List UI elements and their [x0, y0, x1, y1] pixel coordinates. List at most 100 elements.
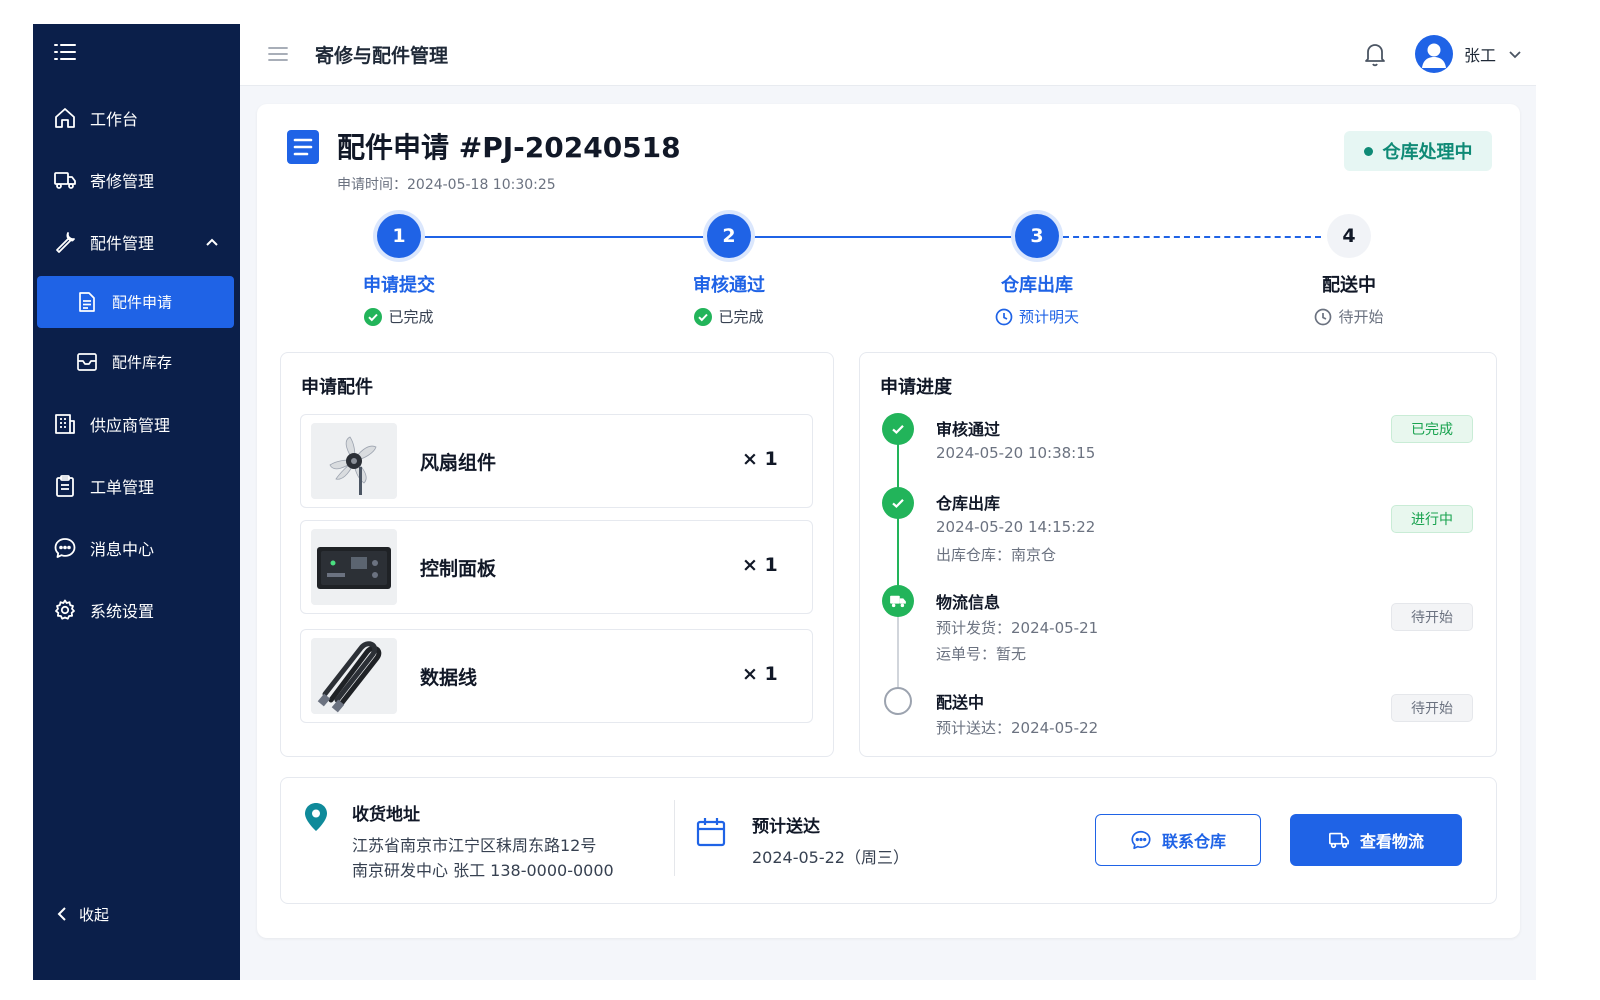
check-icon — [892, 499, 904, 509]
list-item[interactable]: 数据线 × 1 — [300, 629, 813, 723]
request-detail-card: 配件申请 #PJ-20240518 申请时间：2024-05-18 10:30:… — [257, 104, 1520, 938]
calendar-icon — [696, 818, 726, 847]
step-3-status: 预计明天 — [957, 306, 1117, 327]
chevron-up-icon — [206, 238, 218, 246]
part-name: 数据线 — [420, 667, 478, 689]
bell-icon[interactable] — [1362, 40, 1388, 68]
timeline-node-pending — [884, 687, 912, 715]
user-name[interactable]: 张工 — [1464, 42, 1496, 66]
sidebar-item-suppliers[interactable]: 供应商管理 — [33, 398, 240, 450]
view-logistics-button[interactable]: 查看物流 — [1290, 814, 1462, 866]
view-logistics-label: 查看物流 — [1359, 832, 1424, 851]
building-icon — [55, 414, 75, 434]
list-item[interactable]: 风扇组件 × 1 — [300, 414, 813, 508]
step-2-name: 审核通过 — [693, 275, 765, 296]
app-window: 工作台 寄修管理 配件管理 配件申请 配件库存 供应商管理 工单管理 消息中心 … — [33, 24, 1536, 980]
user-icon — [1422, 43, 1446, 68]
sidebar-item-label: 工作台 — [90, 110, 139, 129]
home-icon — [55, 108, 75, 128]
sidebar-subitem-label: 配件申请 — [112, 293, 173, 312]
sidebar-subitem-label: 配件库存 — [112, 353, 173, 372]
chevron-down-icon[interactable] — [1508, 47, 1522, 61]
menu-icon[interactable] — [53, 42, 77, 62]
part-quantity: × 1 — [742, 663, 778, 685]
step-2-status-label: 已完成 — [718, 308, 764, 326]
check-circle-icon — [364, 307, 383, 326]
part-quantity: × 1 — [742, 448, 778, 470]
page-header-title: 寄修与配件管理 — [315, 45, 449, 67]
sidebar-subitem-part-request[interactable]: 配件申请 — [37, 276, 234, 328]
wrench-icon — [56, 232, 75, 253]
sidebar: 工作台 寄修管理 配件管理 配件申请 配件库存 供应商管理 工单管理 消息中心 … — [33, 24, 240, 980]
status-badge: 仓库处理中 — [1344, 131, 1492, 171]
step-1-status: 已完成 — [319, 306, 479, 327]
apply-time: 申请时间：2024-05-18 10:30:25 — [337, 177, 556, 193]
check-icon — [892, 425, 904, 435]
inbox-icon — [77, 353, 97, 371]
part-quantity: × 1 — [742, 554, 778, 576]
step-connector — [751, 236, 1015, 238]
progress-stepper: 1 2 3 4 申请提交 审核通过 仓库出库 配送中 已完成 已完成 预计明天 — [257, 214, 1520, 334]
sidebar-collapse-button[interactable]: 收起 — [53, 900, 109, 928]
sidebar-toggle-icon[interactable] — [266, 43, 290, 65]
sidebar-item-workbench[interactable]: 工作台 — [33, 92, 240, 144]
step-connector — [1063, 236, 1321, 238]
status-badge: 已完成 — [1391, 415, 1473, 443]
location-pin-icon — [305, 803, 327, 831]
step-4-status-label: 待开始 — [1338, 308, 1384, 326]
timeline-node-shipping — [882, 585, 914, 617]
step-3-name: 仓库出库 — [1001, 275, 1073, 296]
timeline-node-done — [882, 487, 914, 519]
timeline-event-detail: 预计送达：2024-05-22 — [936, 719, 1099, 737]
sidebar-item-parts[interactable]: 配件管理 — [33, 216, 240, 268]
avatar[interactable] — [1415, 35, 1453, 73]
contact-warehouse-label: 联系仓库 — [1161, 832, 1226, 851]
top-bar: 寄修与配件管理 张工 — [240, 24, 1536, 86]
sidebar-item-label: 寄修管理 — [90, 172, 155, 191]
step-2-circle: 2 — [707, 214, 751, 258]
timeline-event-detail: 出库仓库：南京仓 — [936, 546, 1057, 564]
status-badge: 待开始 — [1391, 603, 1473, 631]
address-line: 江苏省南京市江宁区秣周东路12号 — [352, 836, 597, 855]
check-circle-icon — [694, 307, 713, 326]
truck-icon — [890, 595, 906, 608]
clipboard-icon — [56, 475, 74, 497]
step-2-status: 已完成 — [649, 306, 809, 327]
contact-warehouse-button[interactable]: 联系仓库 — [1095, 814, 1261, 866]
timeline-event-title: 配送中 — [936, 693, 985, 712]
sidebar-item-settings[interactable]: 系统设置 — [33, 584, 240, 636]
status-badge: 待开始 — [1391, 694, 1473, 722]
sidebar-item-repair[interactable]: 寄修管理 — [33, 154, 240, 206]
step-3-circle: 3 — [1015, 214, 1059, 258]
control-panel-image — [311, 529, 397, 605]
timeline-event-detail: 2024-05-20 14:15:22 — [936, 518, 1096, 536]
timeline-event-title: 审核通过 — [936, 420, 1001, 439]
sidebar-subitem-part-inventory[interactable]: 配件库存 — [37, 336, 234, 388]
timeline-event-detail: 运单号：暂无 — [936, 645, 1027, 663]
step-4-status: 待开始 — [1269, 306, 1429, 327]
step-4-name: 配送中 — [1322, 275, 1376, 296]
truck-icon — [1328, 832, 1349, 849]
step-1-name: 申请提交 — [363, 275, 435, 296]
cable-image — [311, 638, 397, 714]
eta-value: 2024-05-22（周三） — [752, 848, 909, 867]
sidebar-item-label: 系统设置 — [90, 602, 155, 621]
chat-icon — [54, 538, 76, 558]
list-item[interactable]: 控制面板 × 1 — [300, 520, 813, 614]
sidebar-item-messages[interactable]: 消息中心 — [33, 522, 240, 574]
gear-icon — [55, 599, 75, 620]
part-name: 控制面板 — [420, 558, 497, 580]
truck-icon — [54, 172, 76, 189]
chat-icon — [1131, 830, 1151, 850]
progress-panel-title: 申请进度 — [880, 377, 952, 398]
clock-icon — [1315, 308, 1332, 325]
sidebar-item-work-orders[interactable]: 工单管理 — [33, 460, 240, 512]
clock-icon — [995, 308, 1013, 325]
timeline-event-detail: 预计发货：2024-05-21 — [936, 619, 1099, 637]
address-title: 收货地址 — [352, 805, 420, 825]
timeline-event-detail: 2024-05-20 10:38:15 — [936, 444, 1096, 462]
progress-panel: 申请进度 审核通过 2024-05-20 10:38:15 已完成 仓库出库 2… — [859, 352, 1497, 757]
step-connector — [421, 236, 707, 238]
collapse-label: 收起 — [79, 905, 110, 924]
divider — [674, 800, 675, 876]
